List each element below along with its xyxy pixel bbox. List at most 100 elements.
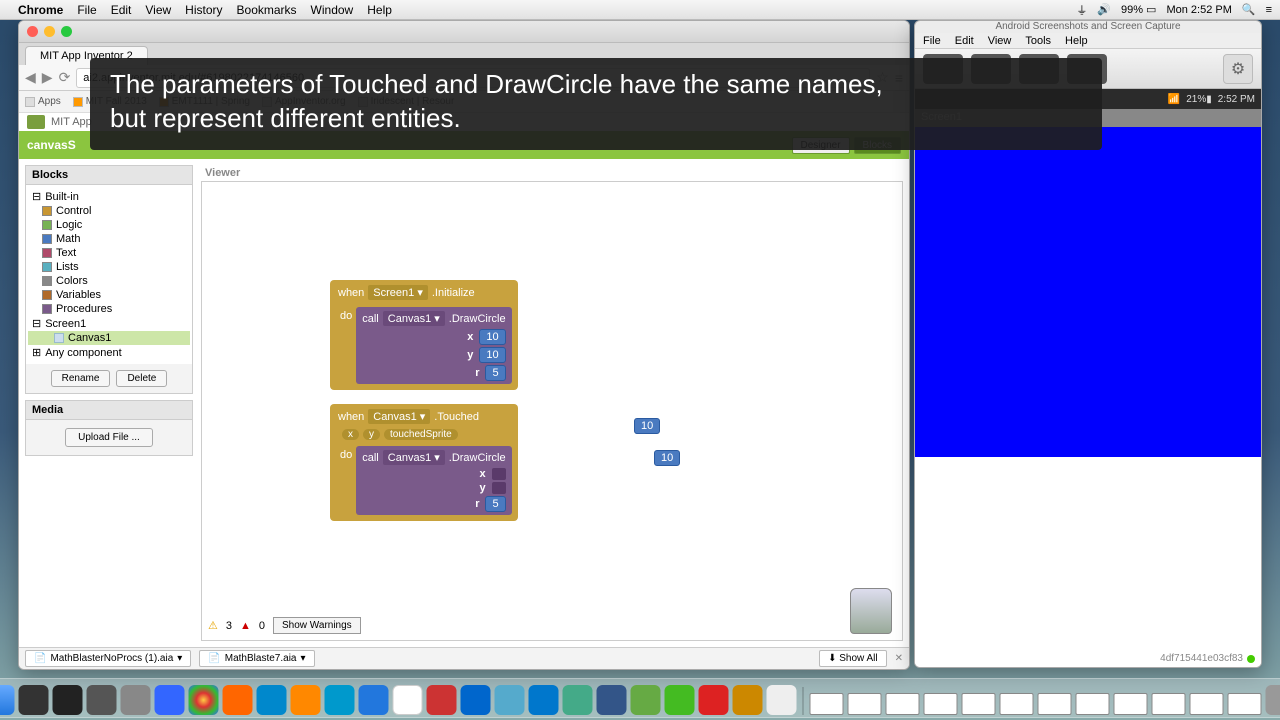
tool-menu-help[interactable]: Help (1065, 35, 1088, 47)
app-icon[interactable] (19, 685, 49, 715)
wifi-icon[interactable]: ⏚ (1076, 2, 1087, 18)
app-icon[interactable] (631, 685, 661, 715)
number-block[interactable]: 10 (479, 347, 505, 363)
call-drawcircle-block[interactable]: call Canvas1 ▾ .DrawCircle x10 y10 r5 (356, 307, 511, 384)
minimized-window[interactable] (1190, 693, 1224, 715)
app-icon[interactable] (427, 685, 457, 715)
java-icon[interactable] (733, 685, 763, 715)
minimized-window[interactable] (962, 693, 996, 715)
app-icon[interactable] (529, 685, 559, 715)
tool-menu-view[interactable]: View (988, 35, 1012, 47)
calendar-icon[interactable] (393, 685, 423, 715)
menu-edit[interactable]: Edit (111, 3, 132, 17)
notification-icon[interactable]: ≡ (1266, 4, 1272, 16)
param-y[interactable]: y (363, 429, 380, 440)
rename-button[interactable]: Rename (51, 370, 111, 387)
tree-builtin[interactable]: ⊟Built-in (28, 189, 190, 204)
tree-category-logic[interactable]: Logic (28, 218, 190, 232)
app-icon[interactable] (699, 685, 729, 715)
minimized-window[interactable] (848, 693, 882, 715)
number-block[interactable]: 5 (485, 365, 505, 381)
close-window-button[interactable] (27, 26, 38, 37)
minimized-window[interactable] (810, 693, 844, 715)
param-x[interactable]: x (342, 429, 359, 440)
finder-icon[interactable] (0, 685, 15, 715)
menu-history[interactable]: History (185, 3, 222, 17)
app-icon[interactable] (597, 685, 627, 715)
safari-icon[interactable] (155, 685, 185, 715)
tool-menu-edit[interactable]: Edit (955, 35, 974, 47)
tree-category-variables[interactable]: Variables (28, 288, 190, 302)
menu-view[interactable]: View (145, 3, 171, 17)
close-downloads-bar[interactable]: ✕ (895, 653, 903, 664)
tool-menu-tools[interactable]: Tools (1025, 35, 1051, 47)
tree-category-colors[interactable]: Colors (28, 274, 190, 288)
when-touched-block[interactable]: when Canvas1 ▾ .Touched x y touchedSprit… (330, 404, 518, 521)
spotlight-icon[interactable]: 🔍 (1242, 3, 1256, 16)
trash-icon[interactable] (850, 588, 892, 634)
number-block-loose[interactable]: 10 (654, 450, 680, 466)
tree-category-text[interactable]: Text (28, 246, 190, 260)
param-touchedsprite[interactable]: touchedSprite (384, 429, 458, 440)
back-button[interactable]: ◀ (25, 69, 36, 86)
minimized-window[interactable] (1152, 693, 1186, 715)
forward-button[interactable]: ▶ (42, 69, 53, 86)
tree-category-control[interactable]: Control (28, 204, 190, 218)
menu-app[interactable]: Chrome (18, 3, 63, 17)
minimized-window[interactable] (1000, 693, 1034, 715)
battery-status[interactable]: 99% ▭ (1121, 3, 1156, 16)
component-dropdown[interactable]: Canvas1 ▾ (368, 409, 430, 424)
tree-screen1[interactable]: ⊟Screen1 (28, 316, 190, 331)
zoom-window-button[interactable] (61, 26, 72, 37)
component-dropdown[interactable]: Canvas1 ▾ (383, 311, 445, 326)
volume-icon[interactable]: 🔊 (1097, 3, 1111, 16)
call-drawcircle-block[interactable]: call Canvas1 ▾ .DrawCircle x y r5 (356, 446, 511, 515)
app-icon[interactable] (325, 685, 355, 715)
when-initialize-block[interactable]: when Screen1 ▾ .Initialize do call Canva… (330, 280, 518, 390)
tool-menu-file[interactable]: File (923, 35, 941, 47)
upload-file-button[interactable]: Upload File ... (65, 428, 153, 447)
app-icon[interactable] (291, 685, 321, 715)
tree-any-component[interactable]: ⊞Any component (28, 345, 190, 360)
minimized-window[interactable] (1114, 693, 1148, 715)
minimized-window[interactable] (924, 693, 958, 715)
tree-canvas1[interactable]: Canvas1 (28, 331, 190, 345)
download-item[interactable]: 📄 MathBlasterNoProcs (1).aia ▾ (25, 650, 191, 667)
show-warnings-button[interactable]: Show Warnings (273, 617, 361, 634)
window-titlebar[interactable] (19, 21, 909, 43)
component-dropdown[interactable]: Screen1 ▾ (368, 285, 428, 300)
minimized-window[interactable] (1228, 693, 1262, 715)
minimized-window[interactable] (886, 693, 920, 715)
app-icon[interactable] (257, 685, 287, 715)
minimized-window[interactable] (1076, 693, 1110, 715)
app-icon[interactable] (461, 685, 491, 715)
itunes-icon[interactable] (495, 685, 525, 715)
app-icon[interactable] (121, 685, 151, 715)
app-icon[interactable] (87, 685, 117, 715)
tree-category-procedures[interactable]: Procedures (28, 302, 190, 316)
trash-icon[interactable] (1266, 685, 1280, 715)
menu-window[interactable]: Window (311, 3, 354, 17)
delete-button[interactable]: Delete (116, 370, 167, 387)
app-icon[interactable] (563, 685, 593, 715)
reload-button[interactable]: ⟳ (59, 69, 71, 86)
apps-shortcut[interactable]: Apps (25, 96, 61, 107)
minimized-window[interactable] (1038, 693, 1072, 715)
minimize-window-button[interactable] (44, 26, 55, 37)
blocks-viewer[interactable]: when Screen1 ▾ .Initialize do call Canva… (201, 181, 903, 641)
app-icon[interactable] (665, 685, 695, 715)
number-block-loose[interactable]: 10 (634, 418, 660, 434)
component-dropdown[interactable]: Canvas1 ▾ (383, 450, 445, 465)
number-block[interactable]: 5 (485, 496, 505, 512)
number-block[interactable]: 10 (479, 329, 505, 345)
show-all-downloads-button[interactable]: ⬇ Show All (819, 650, 887, 667)
tree-category-lists[interactable]: Lists (28, 260, 190, 274)
terminal-icon[interactable] (53, 685, 83, 715)
menu-help[interactable]: Help (367, 3, 392, 17)
clock[interactable]: Mon 2:52 PM (1166, 4, 1231, 16)
chrome-icon[interactable] (189, 685, 219, 715)
tree-category-math[interactable]: Math (28, 232, 190, 246)
firefox-icon[interactable] (223, 685, 253, 715)
download-item[interactable]: 📄 MathBlaste7.aia ▾ (199, 650, 314, 667)
menu-file[interactable]: File (77, 3, 96, 17)
